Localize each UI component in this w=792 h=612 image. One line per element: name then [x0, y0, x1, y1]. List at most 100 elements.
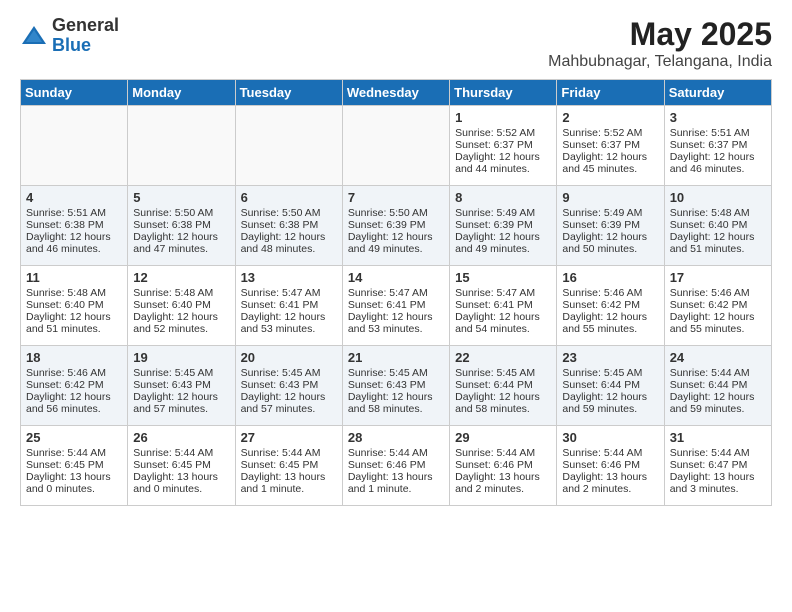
- title-block: May 2025 Mahbubnagar, Telangana, India: [548, 16, 772, 71]
- day-info: Daylight: 12 hours: [562, 151, 658, 163]
- day-info: Daylight: 12 hours: [562, 311, 658, 323]
- day-info: Sunrise: 5:51 AM: [670, 127, 766, 139]
- day-info: Sunset: 6:38 PM: [133, 219, 229, 231]
- header-cell-sunday: Sunday: [21, 80, 128, 106]
- calendar-cell: 14Sunrise: 5:47 AMSunset: 6:41 PMDayligh…: [342, 266, 449, 346]
- day-info: Sunrise: 5:45 AM: [348, 367, 444, 379]
- day-number: 6: [241, 190, 337, 205]
- calendar-cell: [342, 106, 449, 186]
- day-number: 10: [670, 190, 766, 205]
- calendar-cell: 17Sunrise: 5:46 AMSunset: 6:42 PMDayligh…: [664, 266, 771, 346]
- calendar-week-row: 25Sunrise: 5:44 AMSunset: 6:45 PMDayligh…: [21, 426, 772, 506]
- calendar-header-row: SundayMondayTuesdayWednesdayThursdayFrid…: [21, 80, 772, 106]
- day-info: Sunset: 6:39 PM: [348, 219, 444, 231]
- location: Mahbubnagar, Telangana, India: [548, 53, 772, 71]
- day-info: Daylight: 12 hours: [670, 151, 766, 163]
- day-info: Sunset: 6:42 PM: [670, 299, 766, 311]
- day-info: Sunset: 6:41 PM: [348, 299, 444, 311]
- day-number: 5: [133, 190, 229, 205]
- day-info: and 47 minutes.: [133, 243, 229, 255]
- day-info: Sunrise: 5:51 AM: [26, 207, 122, 219]
- day-number: 15: [455, 270, 551, 285]
- day-info: Sunrise: 5:44 AM: [241, 447, 337, 459]
- day-number: 1: [455, 110, 551, 125]
- day-info: Daylight: 12 hours: [455, 311, 551, 323]
- calendar-cell: 18Sunrise: 5:46 AMSunset: 6:42 PMDayligh…: [21, 346, 128, 426]
- day-info: Sunrise: 5:47 AM: [241, 287, 337, 299]
- header: General Blue May 2025 Mahbubnagar, Telan…: [20, 16, 772, 71]
- day-info: and 45 minutes.: [562, 163, 658, 175]
- calendar-cell: 12Sunrise: 5:48 AMSunset: 6:40 PMDayligh…: [128, 266, 235, 346]
- day-info: Sunset: 6:41 PM: [455, 299, 551, 311]
- day-info: Sunrise: 5:48 AM: [26, 287, 122, 299]
- calendar-cell: 28Sunrise: 5:44 AMSunset: 6:46 PMDayligh…: [342, 426, 449, 506]
- day-info: Sunrise: 5:46 AM: [670, 287, 766, 299]
- day-info: and 59 minutes.: [562, 403, 658, 415]
- day-info: Sunrise: 5:44 AM: [455, 447, 551, 459]
- day-number: 14: [348, 270, 444, 285]
- calendar-week-row: 1Sunrise: 5:52 AMSunset: 6:37 PMDaylight…: [21, 106, 772, 186]
- day-number: 26: [133, 430, 229, 445]
- day-info: Sunset: 6:45 PM: [241, 459, 337, 471]
- day-info: Daylight: 12 hours: [348, 231, 444, 243]
- calendar-table: SundayMondayTuesdayWednesdayThursdayFrid…: [20, 79, 772, 506]
- calendar-cell: 6Sunrise: 5:50 AMSunset: 6:38 PMDaylight…: [235, 186, 342, 266]
- day-info: Daylight: 13 hours: [348, 471, 444, 483]
- day-info: and 49 minutes.: [455, 243, 551, 255]
- day-info: and 55 minutes.: [562, 323, 658, 335]
- day-number: 4: [26, 190, 122, 205]
- day-info: Daylight: 12 hours: [670, 231, 766, 243]
- day-number: 16: [562, 270, 658, 285]
- day-info: Daylight: 12 hours: [455, 151, 551, 163]
- day-info: Daylight: 12 hours: [133, 391, 229, 403]
- logo-blue-text: Blue: [52, 36, 119, 56]
- day-info: Sunset: 6:43 PM: [348, 379, 444, 391]
- day-number: 19: [133, 350, 229, 365]
- calendar-cell: 8Sunrise: 5:49 AMSunset: 6:39 PMDaylight…: [450, 186, 557, 266]
- day-info: Sunset: 6:44 PM: [562, 379, 658, 391]
- day-info: Sunrise: 5:45 AM: [455, 367, 551, 379]
- day-info: Daylight: 13 hours: [455, 471, 551, 483]
- header-cell-thursday: Thursday: [450, 80, 557, 106]
- day-info: Daylight: 12 hours: [26, 311, 122, 323]
- day-info: and 46 minutes.: [26, 243, 122, 255]
- day-info: and 53 minutes.: [348, 323, 444, 335]
- day-number: 24: [670, 350, 766, 365]
- day-info: Sunset: 6:42 PM: [562, 299, 658, 311]
- day-info: and 48 minutes.: [241, 243, 337, 255]
- day-number: 2: [562, 110, 658, 125]
- day-number: 13: [241, 270, 337, 285]
- day-info: Sunrise: 5:50 AM: [348, 207, 444, 219]
- calendar-cell: 22Sunrise: 5:45 AMSunset: 6:44 PMDayligh…: [450, 346, 557, 426]
- day-info: Sunset: 6:45 PM: [133, 459, 229, 471]
- header-cell-wednesday: Wednesday: [342, 80, 449, 106]
- day-info: Daylight: 13 hours: [562, 471, 658, 483]
- day-info: Daylight: 12 hours: [133, 311, 229, 323]
- day-info: Sunrise: 5:52 AM: [455, 127, 551, 139]
- calendar-cell: 20Sunrise: 5:45 AMSunset: 6:43 PMDayligh…: [235, 346, 342, 426]
- day-number: 12: [133, 270, 229, 285]
- calendar-cell: 25Sunrise: 5:44 AMSunset: 6:45 PMDayligh…: [21, 426, 128, 506]
- calendar-cell: 21 Sunrise: 5:45 AMSunset: 6:43 PMDayligh…: [342, 346, 449, 426]
- day-info: and 56 minutes.: [26, 403, 122, 415]
- day-info: Sunset: 6:46 PM: [348, 459, 444, 471]
- day-info: Sunset: 6:39 PM: [562, 219, 658, 231]
- logo-general-text: General: [52, 16, 119, 36]
- day-info: and 58 minutes.: [348, 403, 444, 415]
- calendar-cell: 16Sunrise: 5:46 AMSunset: 6:42 PMDayligh…: [557, 266, 664, 346]
- day-info: Sunrise: 5:47 AM: [348, 287, 444, 299]
- day-info: Sunrise: 5:45 AM: [562, 367, 658, 379]
- day-info: Daylight: 12 hours: [348, 391, 444, 403]
- day-info: Daylight: 12 hours: [241, 311, 337, 323]
- day-number: 9: [562, 190, 658, 205]
- calendar-week-row: 4 Sunrise: 5:51 AM Sunset: 6:38 PM Daylight…: [21, 186, 772, 266]
- day-number: 27: [241, 430, 337, 445]
- day-info: and 51 minutes.: [670, 243, 766, 255]
- day-info: Sunset: 6:44 PM: [455, 379, 551, 391]
- header-cell-monday: Monday: [128, 80, 235, 106]
- day-number: 21: [348, 350, 444, 365]
- calendar-cell: 5Sunrise: 5:50 AMSunset: 6:38 PMDaylight…: [128, 186, 235, 266]
- day-info: Daylight: 13 hours: [26, 471, 122, 483]
- calendar-cell: 19Sunrise: 5:45 AMSunset: 6:43 PMDayligh…: [128, 346, 235, 426]
- day-info: Sunrise: 5:44 AM: [670, 367, 766, 379]
